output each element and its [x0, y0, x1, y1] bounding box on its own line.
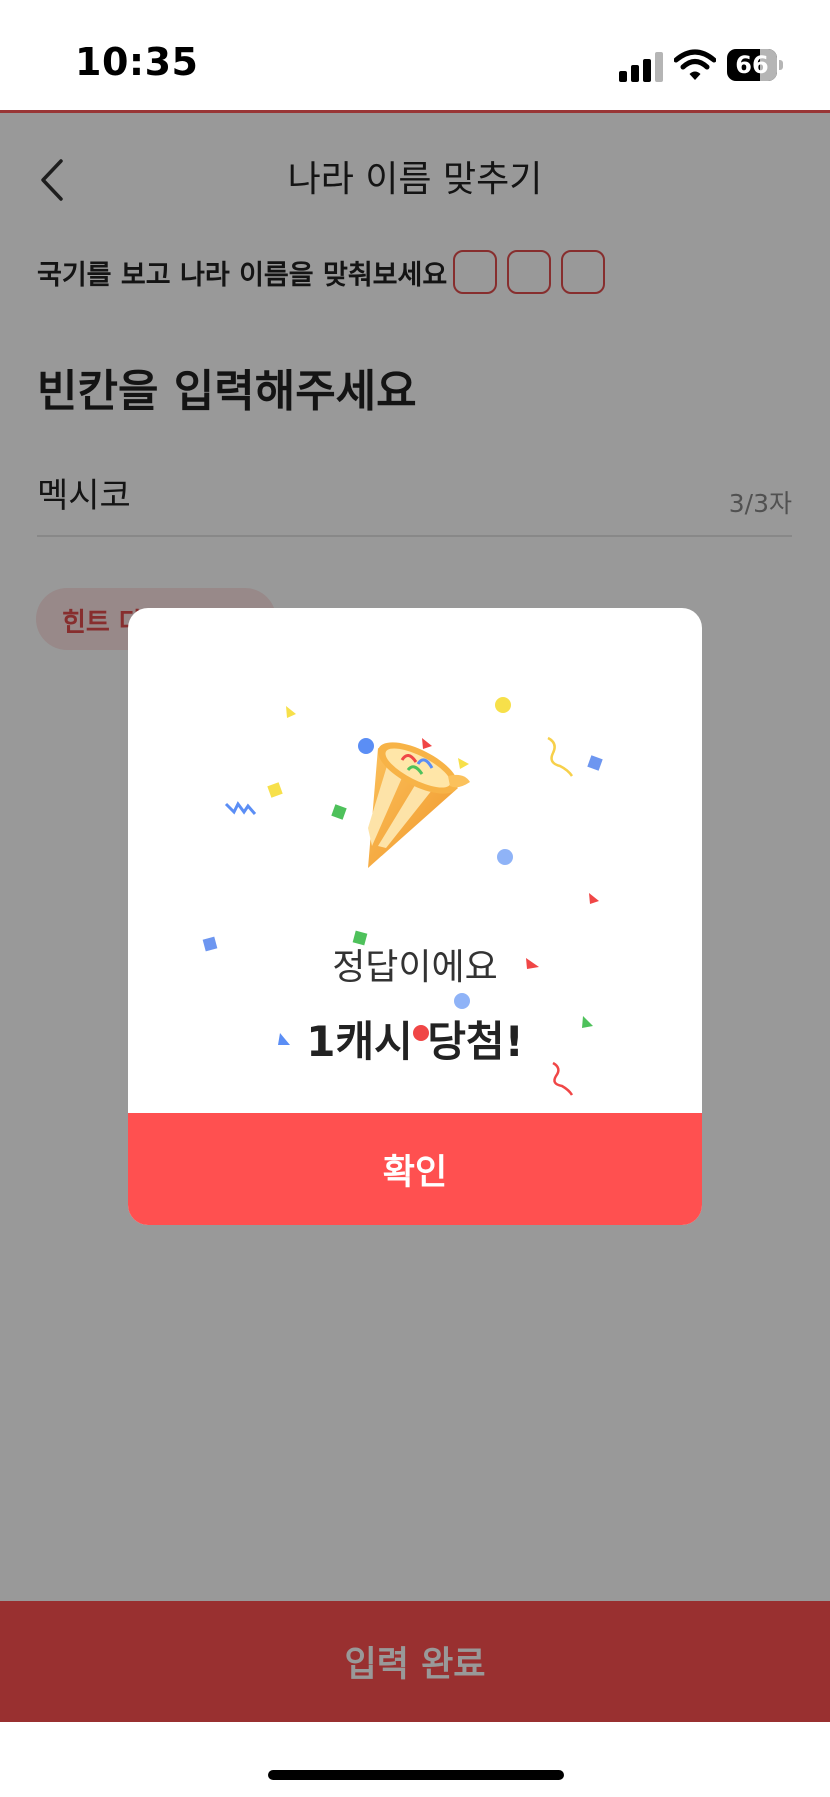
correct-message: 정답이에요: [332, 947, 498, 988]
wifi-icon: [674, 49, 716, 80]
status-time: 10:35: [75, 40, 199, 84]
battery-level: 66: [735, 51, 769, 79]
reward-message: 1캐시 당첨!: [306, 1017, 524, 1066]
battery-icon: 66: [727, 49, 783, 81]
confirm-button-label: 확인: [382, 1152, 448, 1193]
home-bar-area: [0, 1722, 830, 1797]
party-popper-icon: [368, 742, 470, 868]
confirm-button[interactable]: 확인: [128, 1113, 702, 1225]
correct-answer-dialog: 정답이에요 1캐시 당첨! 확인: [128, 608, 702, 1225]
cellular-signal-icon: [619, 52, 663, 82]
home-indicator[interactable]: [268, 1770, 564, 1780]
status-bar: 10:35 66: [0, 0, 830, 110]
